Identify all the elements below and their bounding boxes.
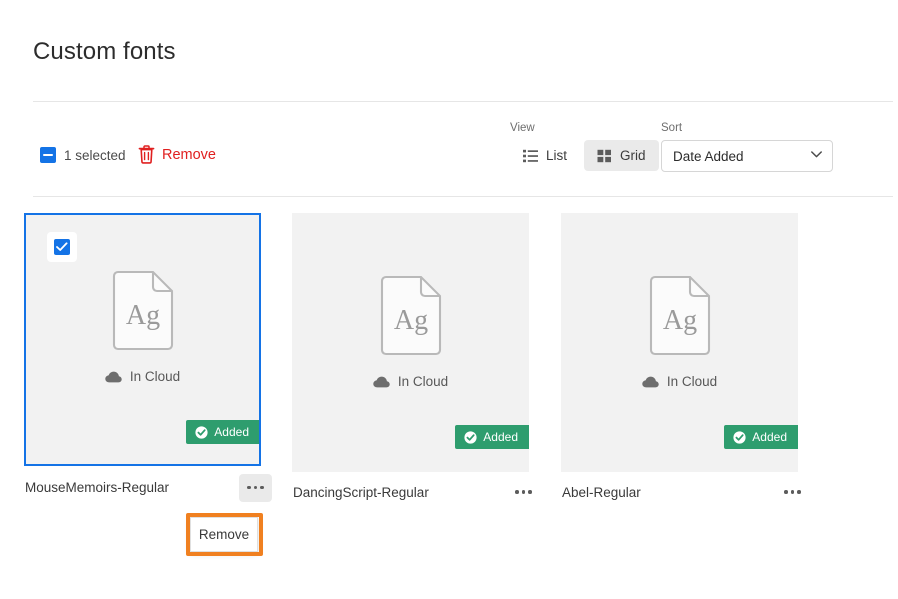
view-option-grid-label: Grid	[620, 148, 646, 163]
status-badge: Added	[455, 425, 529, 449]
font-card-thumbnail[interactable]: Ag In Cloud Added	[561, 213, 798, 472]
view-toggle-group: List Grid	[510, 140, 659, 171]
cloud-icon	[105, 371, 122, 383]
more-options-button[interactable]	[776, 478, 809, 506]
more-options-button[interactable]	[507, 478, 540, 506]
font-status: In Cloud	[642, 374, 717, 389]
check-circle-icon	[464, 430, 477, 444]
font-card-footer: DancingScript-Regular	[292, 472, 532, 512]
sort-select[interactable]: Date Added	[661, 140, 833, 172]
font-status-label: In Cloud	[397, 374, 449, 389]
document-icon: Ag	[649, 275, 711, 356]
sort-select-wrapper: Date Added	[661, 140, 833, 172]
sort-label: Sort	[661, 122, 683, 134]
view-option-list-label: List	[546, 148, 568, 163]
view-label: View	[510, 122, 535, 134]
status-badge-label: Added	[214, 425, 249, 439]
font-name-label: DancingScript-Regular	[293, 484, 429, 500]
font-card[interactable]: Ag In Cloud	[292, 213, 532, 512]
font-card-thumbnail[interactable]: Ag In Cloud Added	[24, 213, 261, 466]
more-options-icon	[784, 490, 801, 494]
status-badge: Added	[724, 425, 798, 449]
status-badge-label: Added	[752, 430, 787, 444]
svg-text:Ag: Ag	[662, 305, 696, 336]
font-card-footer: MouseMemoirs-Regular	[24, 466, 272, 506]
font-card-footer: Abel-Regular	[561, 472, 801, 512]
check-circle-icon	[195, 425, 208, 439]
view-control: View List Grid	[510, 122, 659, 171]
font-status: In Cloud	[373, 374, 448, 389]
trash-icon	[138, 145, 155, 164]
font-preview: Ag In Cloud	[292, 275, 529, 389]
font-card[interactable]: Ag In Cloud	[24, 213, 272, 506]
svg-text:Ag: Ag	[393, 305, 427, 336]
font-card[interactable]: Ag In Cloud	[561, 213, 801, 512]
checkbox-checked-icon	[54, 239, 70, 255]
font-name-label: Abel-Regular	[562, 484, 641, 500]
font-preview: Ag In Cloud	[26, 270, 259, 384]
svg-text:Ag: Ag	[125, 300, 159, 331]
status-badge: Added	[186, 420, 259, 444]
font-name-label: MouseMemoirs-Regular	[25, 480, 170, 495]
font-status-label: In Cloud	[666, 374, 718, 389]
list-view-icon	[523, 149, 538, 163]
checkbox-indeterminate-icon[interactable]	[40, 147, 56, 163]
view-option-grid[interactable]: Grid	[584, 140, 659, 171]
custom-fonts-page: Custom fonts 1 selected Remove View List…	[0, 0, 898, 599]
document-icon: Ag	[380, 275, 442, 356]
selection-count-label: 1 selected	[64, 147, 126, 163]
check-circle-icon	[733, 430, 746, 444]
select-all-control[interactable]: 1 selected	[40, 147, 126, 163]
sort-control: Sort Date Added	[661, 122, 833, 172]
font-preview: Ag In Cloud	[561, 275, 798, 389]
toolbar-divider	[33, 196, 893, 197]
context-menu[interactable]: Remove	[190, 517, 258, 552]
remove-button-label: Remove	[162, 146, 216, 163]
font-status: In Cloud	[105, 369, 180, 384]
header-divider	[33, 101, 893, 102]
cloud-icon	[642, 376, 659, 388]
cloud-icon	[373, 376, 390, 388]
font-card-checkbox[interactable]	[47, 232, 77, 262]
remove-button[interactable]: Remove	[138, 145, 216, 164]
context-menu-item-remove[interactable]: Remove	[199, 527, 249, 542]
font-card-thumbnail[interactable]: Ag In Cloud Added	[292, 213, 529, 472]
more-options-icon	[247, 485, 264, 490]
document-icon: Ag	[112, 270, 174, 351]
sort-select-value: Date Added	[673, 148, 744, 164]
status-badge-label: Added	[483, 430, 518, 444]
more-options-icon	[515, 490, 532, 494]
more-options-button[interactable]	[239, 473, 272, 502]
view-option-list[interactable]: List	[510, 140, 580, 171]
page-title: Custom fonts	[33, 38, 176, 65]
grid-view-icon	[597, 149, 612, 163]
font-status-label: In Cloud	[129, 369, 181, 384]
